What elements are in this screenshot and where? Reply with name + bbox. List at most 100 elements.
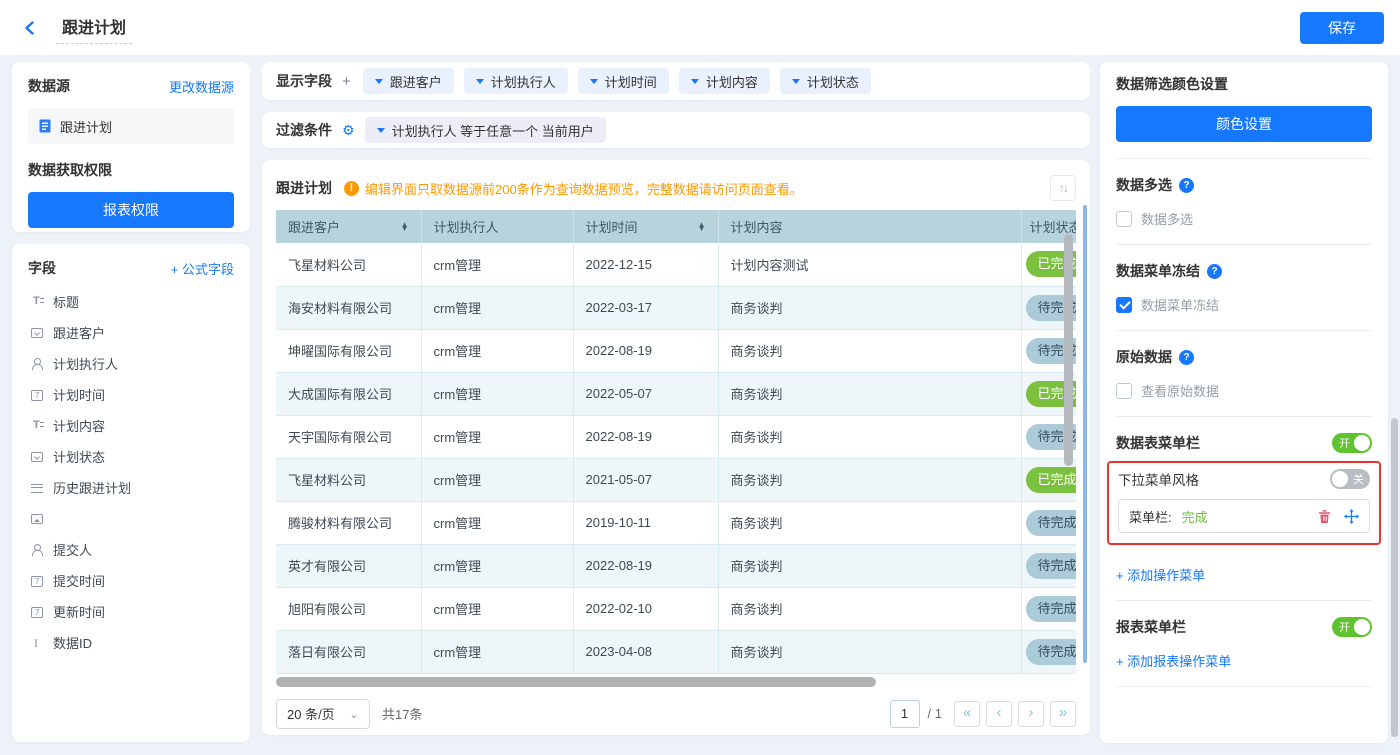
cell-date: 2019-10-11: [573, 501, 719, 545]
field-item[interactable]: [12, 503, 250, 534]
table-row[interactable]: 坤曜国际有限公司 crm管理 2022-08-19 商务谈判 待完成: [276, 329, 1076, 373]
user-icon: [30, 543, 44, 557]
display-field-chip[interactable]: 计划内容: [678, 68, 770, 94]
filter-condition-chip[interactable]: 计划执行人 等于任意一个 当前用户: [364, 117, 606, 143]
field-item[interactable]: 数据ID: [12, 627, 250, 658]
document-icon: [39, 119, 51, 133]
last-page-button[interactable]: »: [1050, 700, 1076, 727]
add-action-menu-link[interactable]: + 添加操作菜单: [1116, 565, 1205, 584]
table-menu-toggle[interactable]: 开: [1332, 433, 1372, 453]
dropdown-style-label: 下拉菜单风格: [1118, 473, 1199, 488]
multi-select-checkbox[interactable]: [1116, 210, 1132, 227]
cell-executor: crm管理: [421, 415, 574, 459]
trash-icon[interactable]: [1317, 509, 1332, 524]
save-button[interactable]: 保存: [1300, 11, 1384, 44]
column-header[interactable]: 计划内容: [718, 210, 1022, 243]
table-row[interactable]: 飞星材料公司 crm管理 2021-05-07 商务谈判 已完成: [276, 458, 1076, 502]
field-item[interactable]: 标题: [12, 286, 250, 317]
color-setting-button[interactable]: 颜色设置: [1116, 106, 1372, 142]
cell-executor: crm管理: [421, 458, 574, 502]
status-badge: 待完成: [1025, 595, 1076, 622]
page-size-select[interactable]: 20 条/页 ⌄: [276, 698, 370, 729]
add-display-field-icon[interactable]: +: [342, 73, 351, 90]
current-page-input[interactable]: 1: [889, 699, 920, 728]
field-item[interactable]: 提交人: [12, 534, 250, 565]
page-total: / 1: [927, 706, 942, 721]
fields-panel: 字段 + 公式字段 标题 跟进客户 计划执行人 计划时间 计划内容 计划状态 历…: [12, 244, 250, 742]
cell-customer: 旭阳有限公司: [276, 587, 422, 631]
menu-bar-item[interactable]: 菜单栏: 完成: [1118, 499, 1370, 533]
table-row[interactable]: 海安材料有限公司 crm管理 2022-03-17 商务谈判 待完成: [276, 286, 1076, 330]
display-field-chip[interactable]: 计划执行人: [463, 68, 568, 94]
cell-executor: crm管理: [421, 587, 574, 631]
first-page-button[interactable]: «: [954, 700, 980, 727]
change-datasource-link[interactable]: 更改数据源: [169, 77, 234, 96]
column-header[interactable]: 跟进客户: [276, 210, 422, 243]
field-item[interactable]: 历史跟进计划: [12, 472, 250, 503]
add-report-action-menu-link[interactable]: + 添加报表操作菜单: [1116, 651, 1231, 670]
table-row[interactable]: 天宇国际有限公司 crm管理 2022-08-19 商务谈判 待完成: [276, 415, 1076, 459]
cell-status: 待完成: [1021, 630, 1076, 674]
table-icon: [30, 481, 44, 495]
column-header[interactable]: 计划时间: [573, 210, 719, 243]
display-field-chip[interactable]: 跟进客户: [362, 68, 454, 94]
add-formula-field-link[interactable]: + 公式字段: [171, 259, 234, 278]
cell-customer: 飞星材料公司: [276, 243, 422, 287]
field-item[interactable]: 计划执行人: [12, 348, 250, 379]
chevron-down-icon: [690, 78, 699, 84]
table-menu-heading: 数据表菜单栏: [1116, 435, 1200, 451]
cell-executor: crm管理: [421, 243, 574, 287]
chevron-down-icon: [589, 78, 598, 84]
help-icon[interactable]: ?: [1179, 177, 1194, 193]
cell-customer: 坤曜国际有限公司: [276, 329, 422, 373]
field-item[interactable]: 计划时间: [12, 379, 250, 410]
help-icon[interactable]: ?: [1179, 349, 1194, 365]
table-row[interactable]: 旭阳有限公司 crm管理 2022-02-10 商务谈判 待完成: [276, 587, 1076, 631]
dropdown-style-toggle[interactable]: 关: [1330, 469, 1370, 489]
status-badge: 待完成: [1025, 509, 1076, 536]
table-vertical-scrollbar[interactable]: [1064, 234, 1073, 466]
cell-date: 2022-08-19: [573, 415, 719, 459]
display-field-chip[interactable]: 计划状态: [779, 68, 871, 94]
cell-customer: 落日有限公司: [276, 630, 422, 674]
cell-status: 待完成: [1021, 587, 1076, 631]
raw-data-checkbox[interactable]: [1116, 382, 1132, 399]
page-vertical-scrollbar[interactable]: [1391, 418, 1398, 737]
help-icon[interactable]: ?: [1207, 263, 1222, 279]
text-icon: [30, 419, 44, 433]
table-row[interactable]: 落日有限公司 crm管理 2023-04-08 商务谈判 待完成: [276, 630, 1076, 674]
cell-status: 待完成: [1021, 544, 1076, 588]
report-permission-button[interactable]: 报表权限: [28, 192, 234, 228]
multi-select-heading: 数据多选: [1116, 177, 1172, 193]
table-row[interactable]: 英才有限公司 crm管理 2022-08-19 商务谈判 待完成: [276, 544, 1076, 588]
user-icon: [30, 357, 44, 371]
table-row[interactable]: 大成国际有限公司 crm管理 2022-05-07 商务谈判 已完成: [276, 372, 1076, 416]
sort-icon[interactable]: [401, 223, 409, 231]
filter-bar: 过滤条件 ⚙ 计划执行人 等于任意一个 当前用户: [262, 112, 1090, 148]
field-item[interactable]: 更新时间: [12, 596, 250, 627]
menu-freeze-checkbox[interactable]: [1116, 296, 1132, 313]
prev-page-button[interactable]: ‹: [986, 700, 1012, 727]
display-field-chip[interactable]: 计划时间: [577, 68, 669, 94]
sort-order-button[interactable]: ↑↓: [1050, 175, 1076, 201]
field-item[interactable]: 计划内容: [12, 410, 250, 441]
datasource-item[interactable]: 跟进计划: [28, 108, 234, 144]
field-item[interactable]: 跟进客户: [12, 317, 250, 348]
field-item[interactable]: 提交时间: [12, 565, 250, 596]
report-menu-toggle[interactable]: 开: [1332, 617, 1372, 637]
id-icon: [30, 636, 44, 651]
page-title[interactable]: 跟进计划: [56, 12, 133, 44]
field-item[interactable]: 计划状态: [12, 441, 250, 472]
next-page-button[interactable]: ›: [1018, 700, 1044, 727]
back-button[interactable]: [16, 14, 44, 42]
table-row[interactable]: 飞星材料公司 crm管理 2022-12-15 计划内容测试 已完成: [276, 243, 1076, 287]
chevron-down-icon: ⌄: [348, 706, 359, 721]
move-icon[interactable]: [1344, 508, 1359, 524]
gear-icon[interactable]: ⚙: [342, 123, 355, 137]
sort-icon[interactable]: [698, 223, 706, 231]
column-header[interactable]: 计划执行人: [421, 210, 574, 243]
toggle-knob: [1354, 619, 1370, 635]
table-row[interactable]: 腾骏材料有限公司 crm管理 2019-10-11 商务谈判 待完成: [276, 501, 1076, 545]
table-horizontal-scrollbar[interactable]: [276, 676, 876, 687]
cell-executor: crm管理: [421, 372, 574, 416]
